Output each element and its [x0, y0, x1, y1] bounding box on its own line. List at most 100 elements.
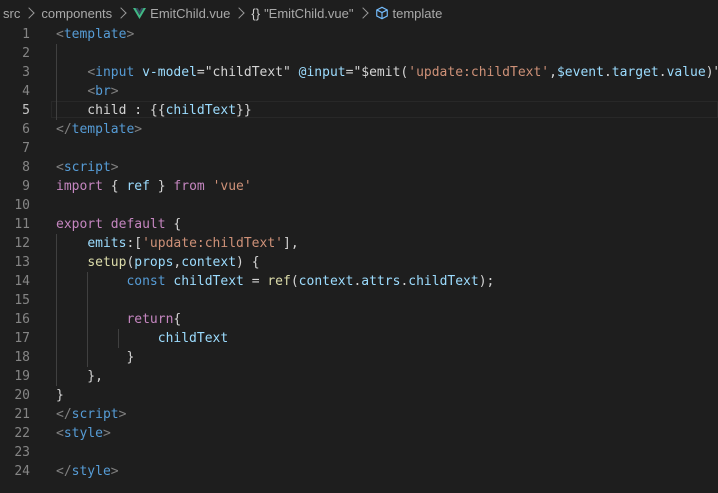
- code-line[interactable]: 16 return{: [0, 310, 718, 329]
- code-line[interactable]: 1 <template>: [0, 25, 718, 44]
- code-token: "childText": [204, 65, 291, 80]
- breadcrumb-item-src[interactable]: src: [3, 6, 20, 21]
- line-number: 20: [14, 388, 30, 403]
- code-line[interactable]: 11 export default {: [0, 215, 718, 234]
- vue-icon: [133, 7, 147, 19]
- code-line[interactable]: 12 emits:['update:childText'],: [0, 234, 718, 253]
- code-token: }}: [236, 103, 252, 118]
- code-token: </: [56, 464, 72, 479]
- line-text: export default {: [56, 215, 181, 234]
- code-token: .: [603, 65, 612, 80]
- breadcrumb-item-components[interactable]: components: [41, 6, 112, 21]
- code-line[interactable]: 21 </script>: [0, 405, 718, 424]
- code-line[interactable]: 6 </template>: [0, 120, 718, 139]
- code-token: <: [87, 84, 96, 99]
- code-token: >: [102, 426, 111, 441]
- line-number: 15: [14, 293, 30, 308]
- code-token: :[: [126, 236, 143, 251]
- code-token: }: [149, 179, 174, 194]
- code-line[interactable]: 18 }: [0, 348, 718, 367]
- indent-guide: [56, 44, 57, 63]
- indent-guide: [87, 291, 88, 310]
- line-text: return{: [56, 310, 181, 329]
- code-token: v-model: [142, 65, 197, 80]
- line-text: <script>: [56, 158, 119, 177]
- code-line[interactable]: 3 <input v-model="childText" @input="$em…: [0, 63, 718, 82]
- line-number: 8: [22, 160, 30, 175]
- code-line[interactable]: 10: [0, 196, 718, 215]
- code-token: >: [126, 27, 135, 42]
- code-line[interactable]: 17 childText: [0, 329, 718, 348]
- line-text: },: [56, 367, 103, 386]
- code-token: ref: [126, 179, 150, 194]
- chevron-right-icon: [23, 7, 36, 19]
- line-number: 6: [22, 122, 30, 137]
- code-token: script: [71, 407, 119, 422]
- code-line[interactable]: 14 const childText = ref(context.attrs.c…: [0, 272, 718, 291]
- code-token: >: [118, 407, 127, 422]
- breadcrumb-item-file[interactable]: EmitChild.vue: [133, 6, 230, 21]
- code-line[interactable]: 2: [0, 44, 718, 63]
- code-token: child : {{: [56, 103, 166, 118]
- code-line[interactable]: 4 <br>: [0, 82, 718, 101]
- code-editor[interactable]: src components EmitChild.vue {} "EmitChi…: [0, 0, 718, 493]
- indent-guide: [56, 291, 57, 310]
- code-line[interactable]: 15: [0, 291, 718, 310]
- line-text: import { ref } from 'vue': [56, 177, 252, 196]
- code-token: </: [56, 407, 72, 422]
- code-token: $event: [556, 65, 604, 80]
- code-token: export: [56, 217, 103, 232]
- code-token: from: [173, 179, 205, 194]
- code-token: childText: [173, 274, 244, 289]
- code-token: ,: [549, 65, 557, 80]
- code-token: </: [56, 122, 72, 137]
- code-line[interactable]: 8 <script>: [0, 158, 718, 177]
- code-token: target: [611, 65, 659, 80]
- line-number: 12: [14, 236, 30, 251]
- code-token: value: [666, 65, 706, 80]
- code-token: attrs: [361, 274, 401, 289]
- code-token: >: [110, 84, 119, 99]
- code-line[interactable]: 5 child : {{childText}}: [0, 101, 718, 120]
- line-number: 3: [22, 65, 30, 80]
- code-token: import: [56, 179, 103, 194]
- braces-icon: {}: [251, 5, 261, 21]
- code-token: ref: [267, 274, 291, 289]
- code-line[interactable]: 24 </style>: [0, 462, 718, 481]
- line-text: <style>: [56, 424, 111, 443]
- code-token: style: [71, 464, 111, 479]
- code-token: setup: [87, 255, 127, 270]
- code-token: $emit(: [361, 65, 409, 80]
- code-token: emits: [87, 236, 127, 251]
- code-line[interactable]: 22 <style>: [0, 424, 718, 443]
- breadcrumb-item-template[interactable]: template: [375, 5, 443, 21]
- breadcrumb-template-label: template: [392, 5, 443, 21]
- code-token: {: [102, 179, 127, 194]
- code-line[interactable]: 9 import { ref } from 'vue': [0, 177, 718, 196]
- code-token: );: [478, 274, 495, 289]
- code-token: >: [110, 160, 119, 175]
- code-line[interactable]: 19 },: [0, 367, 718, 386]
- code-line[interactable]: 20}: [0, 386, 718, 405]
- code-line[interactable]: 7: [0, 139, 718, 158]
- code-line[interactable]: 13 setup(props,context) {: [0, 253, 718, 272]
- code-token: 'update:childText': [142, 236, 283, 251]
- code-token: )": [705, 65, 718, 80]
- code-token: const: [126, 274, 166, 289]
- code-token: >: [110, 464, 119, 479]
- code-line[interactable]: 23: [0, 443, 718, 462]
- line-number: 18: [14, 350, 30, 365]
- line-number: 24: [14, 464, 30, 479]
- code-token: childText: [165, 103, 237, 118]
- line-text: </template>: [56, 120, 142, 139]
- line-text: }: [56, 386, 64, 405]
- code-area[interactable]: 1 <template> 2 3 <input v-model="childText"…: [0, 25, 718, 481]
- breadcrumb-item-module[interactable]: {} "EmitChild.vue": [251, 6, 353, 21]
- line-number: 4: [22, 84, 30, 99]
- code-token: <: [56, 160, 64, 175]
- code-token: .: [658, 65, 667, 80]
- breadcrumb-file-label: EmitChild.vue: [150, 5, 231, 21]
